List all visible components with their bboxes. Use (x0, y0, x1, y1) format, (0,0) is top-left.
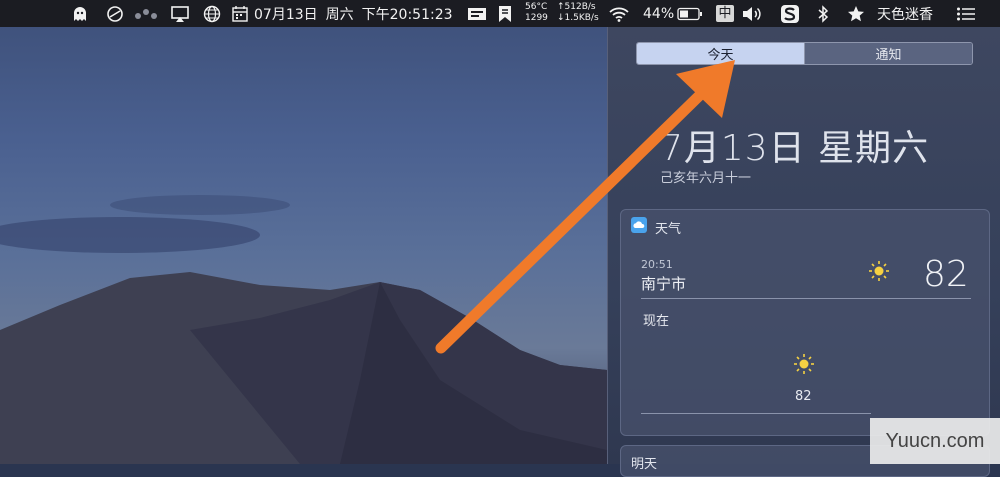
ghost-icon[interactable] (68, 0, 92, 27)
input-method-label: 中 (716, 5, 734, 22)
sun-icon (868, 260, 890, 286)
notification-center: 今天 通知 7月13日 星期六 己亥年六月十一 天气 20:51 南宁市 82 … (607, 27, 1000, 477)
system-stats-left[interactable]: 56°C 1299 (525, 2, 548, 24)
weekday-text: 周六 (325, 6, 354, 23)
tab-today[interactable]: 今天 (637, 43, 804, 64)
lunar-date: 己亥年六月十一 (660, 171, 752, 186)
sogou-icon[interactable] (778, 0, 802, 27)
tab-notifications[interactable]: 通知 (804, 43, 972, 64)
weather-divider (641, 298, 971, 299)
menu-bar: 07月13日 周六 下午20:51:23 56°C 1299 ↑512B/s ↓… (0, 0, 1000, 27)
user-name[interactable]: 天色迷香 (877, 0, 933, 27)
airplay-icon[interactable] (168, 0, 192, 27)
watermark: Yuucn.com (870, 418, 1000, 464)
globe-icon[interactable] (200, 0, 224, 27)
download-speed: ↓1.5KB/s (557, 13, 599, 23)
today-date: 7月13日 星期六 (660, 128, 930, 169)
list-icon[interactable] (954, 0, 978, 27)
today-notification-tabs: 今天 通知 (636, 42, 973, 65)
weather-time: 20:51 (641, 258, 673, 271)
cpu-temp: 56°C (525, 2, 548, 12)
upload-speed: ↑512B/s (557, 2, 596, 12)
volume-icon[interactable] (740, 0, 764, 27)
weather-app-icon (631, 217, 647, 237)
battery-percent[interactable]: 44% (643, 0, 674, 27)
weather-now-label: 现在 (643, 314, 670, 329)
star-icon[interactable] (845, 0, 867, 27)
calendar-icon[interactable] (228, 0, 252, 27)
time-text: 下午20:51:23 (361, 6, 453, 23)
bookmark-icon[interactable] (494, 0, 516, 27)
wifi-icon[interactable] (606, 0, 632, 27)
date-text: 07月13日 (254, 6, 318, 23)
weather-widget-title: 天气 (655, 221, 682, 237)
weather-widget-header: 天气 (631, 217, 681, 237)
input-method[interactable]: 中 (714, 0, 736, 27)
menubar-date[interactable]: 07月13日 周六 下午20:51:23 (254, 0, 453, 27)
battery-text: 44% (643, 5, 675, 22)
bluetooth-icon[interactable] (812, 0, 834, 27)
weather-hour-temp: 82 (795, 389, 812, 404)
user-name-text: 天色迷香 (877, 6, 933, 23)
fan-rpm: 1299 (525, 13, 548, 23)
dots-icon[interactable] (133, 0, 159, 27)
weather-temperature: 82 (923, 254, 969, 295)
weather-widget[interactable]: 天气 20:51 南宁市 82 现在 82 (620, 209, 990, 436)
weather-divider-bottom (641, 413, 871, 414)
no-entry-icon[interactable] (103, 0, 127, 27)
network-stats[interactable]: ↑512B/s ↓1.5KB/s (557, 2, 599, 24)
tomorrow-title: 明天 (631, 457, 658, 472)
display-icon[interactable] (464, 0, 490, 27)
battery-icon[interactable] (676, 0, 704, 27)
weather-city: 南宁市 (641, 275, 687, 293)
sun-icon (793, 353, 815, 379)
